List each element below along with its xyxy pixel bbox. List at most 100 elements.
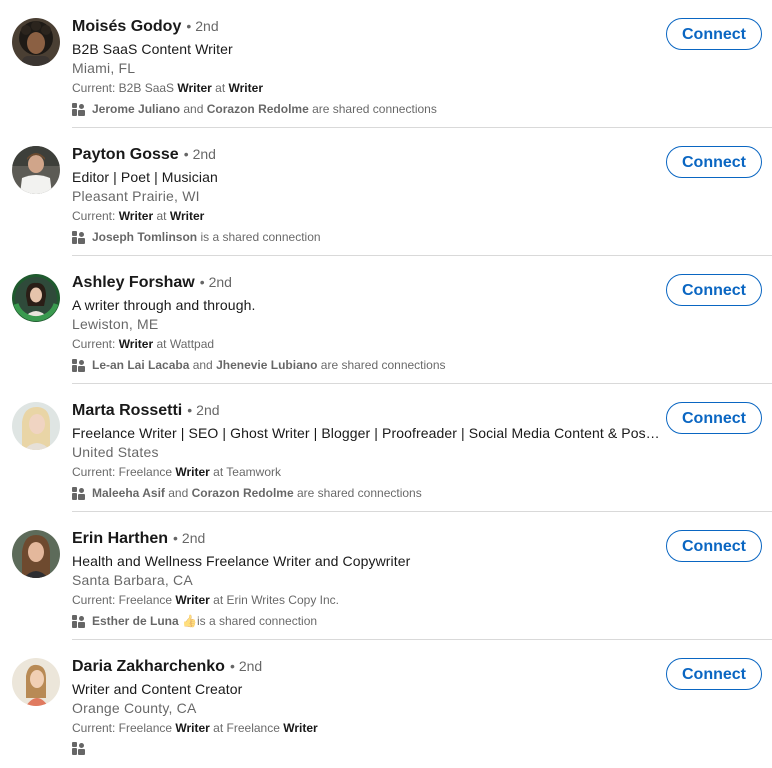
profile-avatar[interactable] bbox=[12, 18, 60, 66]
current-position: Current: Writer at Writer bbox=[72, 208, 666, 224]
name-line: Moisés Godoy • 2nd bbox=[72, 16, 666, 36]
profile-name[interactable]: Erin Harthen bbox=[72, 530, 168, 547]
shared-connections[interactable]: Le-an Lai Lacaba and Jhenevie Lubiano ar… bbox=[72, 357, 666, 373]
plain-text: and bbox=[180, 102, 207, 116]
degree-label: 2nd bbox=[238, 658, 263, 674]
name-line: Payton Gosse • 2nd bbox=[72, 144, 666, 164]
current-position: Current: Freelance Writer at Erin Writes… bbox=[72, 592, 666, 608]
profile-headline: Health and Wellness Freelance Writer and… bbox=[72, 553, 411, 569]
shared-connection-name: Corazon Redolme bbox=[206, 102, 309, 116]
emphasis-text: Writer bbox=[175, 465, 210, 479]
search-result-item: Erin Harthen • 2nd Health and Wellness Fre… bbox=[0, 512, 772, 640]
current-position: Current: Freelance Writer at Freelance W… bbox=[72, 720, 666, 736]
shared-connection-name: Maleeha Asif bbox=[92, 486, 165, 500]
profile-location: Miami, FL bbox=[72, 60, 136, 76]
plain-text: and bbox=[164, 486, 192, 500]
plain-text: are shared connections bbox=[308, 102, 437, 116]
result-info: Erin Harthen • 2nd Health and Wellness Fre… bbox=[72, 528, 666, 629]
profile-headline: Editor | Poet | Musician bbox=[72, 169, 218, 185]
plain-text: at Teamwork bbox=[209, 465, 281, 479]
profile-name[interactable]: Payton Gosse bbox=[72, 146, 179, 163]
profile-location: United States bbox=[72, 444, 159, 460]
emphasis-text: Writer bbox=[169, 209, 205, 223]
name-line: Erin Harthen • 2nd bbox=[72, 528, 666, 548]
shared-connections-text: Esther de Luna 👍is a shared connection bbox=[92, 613, 317, 629]
plain-text: is a shared connection bbox=[196, 614, 318, 628]
plain-text: are shared connections bbox=[293, 486, 422, 500]
plain-text: is a shared connection bbox=[197, 230, 321, 244]
result-info: Ashley Forshaw • 2nd A writer through and … bbox=[72, 272, 666, 373]
emphasis-text: Writer bbox=[283, 721, 318, 735]
result-info: Payton Gosse • 2nd Editor | Poet | Musicia… bbox=[72, 144, 666, 245]
shared-connections-text: Le-an Lai Lacaba and Jhenevie Lubiano ar… bbox=[92, 357, 446, 373]
connection-degree: • 2nd bbox=[186, 18, 219, 34]
shared-connections[interactable] bbox=[72, 741, 666, 755]
plain-text: Current: B2B SaaS bbox=[72, 81, 178, 95]
shared-connections[interactable]: Maleeha Asif and Corazon Redolme are sha… bbox=[72, 485, 666, 501]
profile-name[interactable]: Moisés Godoy bbox=[72, 18, 181, 35]
connection-degree: • 2nd bbox=[187, 402, 220, 418]
search-result-item: Payton Gosse • 2nd Editor | Poet | Musicia… bbox=[0, 128, 772, 256]
profile-name[interactable]: Marta Rossetti bbox=[72, 402, 182, 419]
search-result-item: Ashley Forshaw • 2nd A writer through and … bbox=[0, 256, 772, 384]
current-position: Current: Freelance Writer at Teamwork bbox=[72, 464, 666, 480]
plain-text: at bbox=[211, 81, 229, 95]
plain-text: Current: bbox=[72, 337, 119, 351]
connect-button[interactable]: Connect bbox=[666, 658, 762, 690]
connect-button[interactable]: Connect bbox=[666, 402, 762, 434]
shared-connections[interactable]: Jerome Juliano and Corazon Redolme are s… bbox=[72, 101, 666, 117]
result-info: Marta Rossetti • 2nd Freelance Writer | SE… bbox=[72, 400, 666, 501]
profile-avatar[interactable] bbox=[12, 402, 60, 450]
degree-label: 2nd bbox=[208, 274, 232, 290]
plain-text: Current: Freelance bbox=[72, 721, 176, 735]
shared-connections-icon bbox=[72, 486, 86, 500]
shared-connection-name: Jerome Juliano bbox=[92, 102, 181, 116]
current-position: Current: Writer at Wattpad bbox=[72, 336, 666, 352]
profile-headline: Writer and Content Creator bbox=[72, 681, 243, 697]
name-line: Ashley Forshaw • 2nd bbox=[72, 272, 666, 292]
plain-text: at bbox=[153, 209, 170, 223]
profile-location: Pleasant Prairie, WI bbox=[72, 188, 200, 204]
shared-connection-name: Jhenevie Lubiano bbox=[216, 358, 318, 372]
profile-name[interactable]: Daria Zakharchenko bbox=[72, 658, 225, 675]
profile-headline: Freelance Writer | SEO | Ghost Writer | … bbox=[72, 425, 660, 441]
emphasis-text: Writer bbox=[175, 721, 210, 735]
profile-headline: A writer through and through. bbox=[72, 297, 256, 313]
search-result-item: Daria Zakharchenko • 2nd Writer and Conten… bbox=[0, 640, 772, 768]
shared-connections-icon bbox=[72, 102, 86, 116]
profile-avatar[interactable] bbox=[12, 146, 60, 194]
connect-button[interactable]: Connect bbox=[666, 18, 762, 50]
degree-label: 2nd bbox=[181, 530, 206, 546]
profile-avatar[interactable] bbox=[12, 530, 60, 578]
profile-headline: B2B SaaS Content Writer bbox=[72, 41, 233, 57]
shared-connections-text: Joseph Tomlinson is a shared connection bbox=[92, 229, 321, 245]
plain-text: Current: Freelance bbox=[72, 465, 176, 479]
search-result-item: Marta Rossetti • 2nd Freelance Writer | SE… bbox=[0, 384, 772, 512]
plain-text: at Erin Writes Copy Inc. bbox=[209, 593, 339, 607]
degree-label: 2nd bbox=[196, 402, 220, 418]
profile-name[interactable]: Ashley Forshaw bbox=[72, 274, 195, 291]
shared-connections-icon bbox=[72, 358, 86, 372]
search-result-item: Moisés Godoy • 2nd B2B SaaS Content Writer… bbox=[0, 0, 772, 128]
search-results-list: Moisés Godoy • 2nd B2B SaaS Content Writer… bbox=[0, 0, 772, 768]
connect-button[interactable]: Connect bbox=[666, 274, 762, 306]
connection-degree: • 2nd bbox=[199, 274, 232, 290]
shared-connections-icon bbox=[72, 230, 86, 244]
plain-text: at Wattpad bbox=[153, 337, 215, 351]
connection-degree: • 2nd bbox=[173, 530, 206, 546]
shared-connections-icon bbox=[72, 741, 86, 755]
result-info: Moisés Godoy • 2nd B2B SaaS Content Writer… bbox=[72, 16, 666, 117]
emphasis-text: Writer bbox=[228, 81, 263, 95]
connect-button[interactable]: Connect bbox=[666, 146, 762, 178]
shared-connections[interactable]: Joseph Tomlinson is a shared connection bbox=[72, 229, 666, 245]
shared-connection-name: Joseph Tomlinson bbox=[92, 230, 198, 244]
shared-connections[interactable]: Esther de Luna 👍is a shared connection bbox=[72, 613, 666, 629]
profile-avatar[interactable] bbox=[12, 274, 60, 322]
connect-button[interactable]: Connect bbox=[666, 530, 762, 562]
connection-degree: • 2nd bbox=[229, 658, 263, 674]
emphasis-text: Writer bbox=[175, 593, 210, 607]
profile-avatar[interactable] bbox=[12, 658, 60, 706]
shared-connections-icon bbox=[72, 614, 86, 628]
degree-label: 2nd bbox=[192, 146, 216, 162]
profile-location: Lewiston, ME bbox=[72, 316, 159, 332]
